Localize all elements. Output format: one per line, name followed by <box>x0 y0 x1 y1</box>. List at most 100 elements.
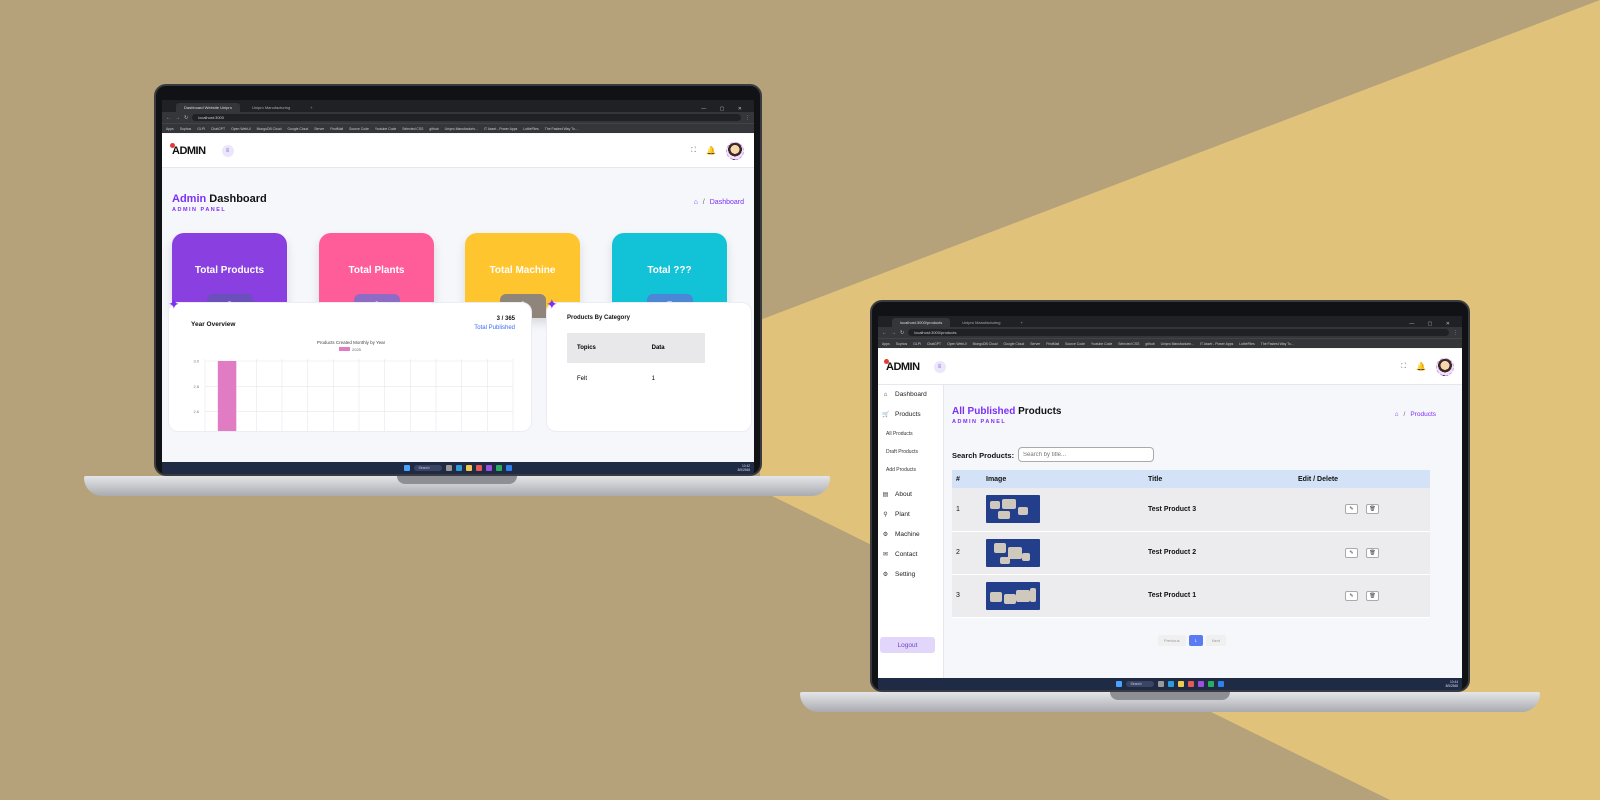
pager-page-button[interactable]: 1 <box>1188 635 1203 646</box>
sidebar-subitem-add-products[interactable]: Add Products <box>886 467 916 473</box>
product-thumbnail[interactable] <box>986 495 1040 524</box>
bookmark-item[interactable]: github <box>429 127 438 131</box>
edit-icon[interactable]: ✎ <box>1345 504 1358 515</box>
browser-tab-active[interactable]: localhost:3000/products <box>892 318 951 327</box>
bookmark-item[interactable]: LottieFiles <box>1239 342 1254 346</box>
app-icon[interactable] <box>495 465 502 471</box>
bookmark-item[interactable]: FirstMail <box>1046 342 1059 346</box>
back-icon[interactable]: ← <box>166 115 171 121</box>
menu-dots-icon[interactable]: ⋮ <box>745 115 750 121</box>
breadcrumb-current[interactable]: Products <box>1410 411 1436 418</box>
app-icon[interactable] <box>1197 681 1204 687</box>
fullscreen-icon[interactable]: ⛶ <box>691 147 696 155</box>
product-thumbnail[interactable] <box>986 581 1040 610</box>
taskview-icon[interactable] <box>445 465 452 471</box>
browser-tab[interactable]: Unipro Manufacturing <box>954 318 1008 327</box>
browser-tab[interactable]: Unipro Manufacturing <box>244 103 298 112</box>
sidebar-item-contact[interactable]: ✉ Contact <box>882 551 917 558</box>
table-row[interactable]: 1 Test Product 3 ✎ 🗑 <box>952 488 1430 532</box>
bookmark-item[interactable]: MongoDB Cloud <box>257 127 282 131</box>
bookmark-item[interactable]: Unipro Manufacturin... <box>445 127 478 131</box>
bell-icon[interactable]: 🔔 <box>1416 362 1426 371</box>
bookmark-item[interactable]: Source Code <box>1065 342 1085 346</box>
admin-logo[interactable]: ADMIN <box>170 142 206 157</box>
home-icon[interactable]: ⌂ <box>694 199 698 206</box>
vscode-icon[interactable] <box>1217 681 1224 687</box>
reload-icon[interactable]: ↻ <box>184 115 188 121</box>
sidebar-subitem-draft-products[interactable]: Draft Products <box>886 449 918 455</box>
bookmark-item[interactable]: Server <box>314 127 324 131</box>
bookmark-item[interactable]: Sophos <box>896 342 908 346</box>
fullscreen-icon[interactable]: ⛶ <box>1401 363 1406 371</box>
bookmark-item[interactable]: GLPI <box>197 127 205 131</box>
back-icon[interactable]: ← <box>882 330 887 336</box>
edit-icon[interactable]: ✎ <box>1345 590 1358 601</box>
bell-icon[interactable]: 🔔 <box>706 146 716 155</box>
app-icon[interactable] <box>1207 681 1214 687</box>
taskview-icon[interactable] <box>1157 681 1164 687</box>
sidebar-item-setting[interactable]: ⚙ Setting <box>882 571 915 578</box>
sidebar-item-plant[interactable]: ⚲ Plant <box>882 511 910 518</box>
avatar[interactable] <box>726 141 744 160</box>
bookmark-item[interactable]: Open WebUI <box>231 127 251 131</box>
sidebar-item-machine[interactable]: ⚙ Machine <box>882 531 920 538</box>
bookmark-item[interactable]: Server <box>1030 342 1040 346</box>
taskbar-search[interactable]: Search <box>414 465 442 471</box>
bookmark-item[interactable]: Youtube Code <box>375 127 396 131</box>
search-input[interactable] <box>1018 447 1154 462</box>
menu-toggle-icon[interactable]: ≡ <box>933 360 946 373</box>
bookmark-item[interactable]: MongoDB Cloud <box>973 342 998 346</box>
new-tab-button[interactable]: + <box>302 103 320 112</box>
product-title[interactable]: Test Product 3 <box>1144 488 1294 532</box>
bookmark-item[interactable]: IT Asset - Power Apps <box>484 127 517 131</box>
bookmark-item[interactable]: The Fastest Way To... <box>545 127 578 131</box>
product-title[interactable]: Test Product 2 <box>1144 531 1294 575</box>
vscode-icon[interactable] <box>505 465 512 471</box>
product-title[interactable]: Test Product 1 <box>1144 574 1294 618</box>
app-icon[interactable] <box>485 465 492 471</box>
explorer-icon[interactable] <box>1177 681 1184 687</box>
avatar[interactable] <box>1436 357 1454 376</box>
bookmark-item[interactable]: Google Cloud <box>1004 342 1025 346</box>
delete-icon[interactable]: 🗑 <box>1366 547 1379 558</box>
bookmark-item[interactable]: Unipro Manufacturin... <box>1161 342 1194 346</box>
logout-button[interactable]: Logout <box>880 637 935 653</box>
bookmark-item[interactable]: GLPI <box>913 342 921 346</box>
edit-icon[interactable]: ✎ <box>1345 547 1358 558</box>
new-tab-button[interactable]: + <box>1013 318 1031 327</box>
forward-icon[interactable]: → <box>175 115 180 121</box>
bookmark-item[interactable]: IT Asset - Power Apps <box>1200 342 1233 346</box>
bookmark-item[interactable]: LottieFiles <box>523 127 538 131</box>
explorer-icon[interactable] <box>465 465 472 471</box>
menu-dots-icon[interactable]: ⋮ <box>1453 330 1458 336</box>
bookmark-item[interactable]: Google Cloud <box>288 127 309 131</box>
breadcrumb-current[interactable]: Dashboard <box>710 199 744 206</box>
sidebar-subitem-all-products[interactable]: All Products <box>886 431 913 437</box>
bookmark-item[interactable]: Apps <box>166 127 174 131</box>
bookmark-item[interactable]: ChatGPT <box>211 127 225 131</box>
table-row[interactable]: 2 Test Product 2 ✎ 🗑 <box>952 531 1430 575</box>
bookmark-item[interactable]: Apps <box>882 342 890 346</box>
sidebar-item-about[interactable]: ▤ About <box>882 491 912 498</box>
bookmark-item[interactable]: Youtube Code <box>1091 342 1112 346</box>
chrome-icon[interactable] <box>475 465 482 471</box>
bookmark-item[interactable]: FirstMail <box>330 127 343 131</box>
taskbar-search[interactable]: Search <box>1126 681 1154 687</box>
bookmark-item[interactable]: ChatGPT <box>927 342 941 346</box>
reload-icon[interactable]: ↻ <box>900 330 904 336</box>
bookmark-item[interactable]: Sophos <box>180 127 192 131</box>
taskbar-clock[interactable]: 10:44 8/5/2568 <box>1446 680 1458 688</box>
address-bar[interactable]: localhost:3000 <box>192 113 741 122</box>
taskbar-clock[interactable]: 10:42 8/5/2568 <box>738 464 750 472</box>
table-row[interactable]: 3 Test Product 1 ✎ 🗑 <box>952 574 1430 618</box>
forward-icon[interactable]: → <box>891 330 896 336</box>
browser-tab-active[interactable]: Dashboard Website Unipro <box>176 103 240 112</box>
bookmark-item[interactable]: github <box>1145 342 1154 346</box>
pager-next-button[interactable]: Next <box>1205 635 1227 646</box>
home-icon[interactable]: ⌂ <box>1395 411 1399 418</box>
edge-icon[interactable] <box>1167 681 1174 687</box>
bookmark-item[interactable]: Selected CSS <box>1118 342 1139 346</box>
pager-previous-button[interactable]: Previous <box>1158 635 1186 646</box>
delete-icon[interactable]: 🗑 <box>1366 504 1379 515</box>
bookmark-item[interactable]: Source Code <box>349 127 369 131</box>
